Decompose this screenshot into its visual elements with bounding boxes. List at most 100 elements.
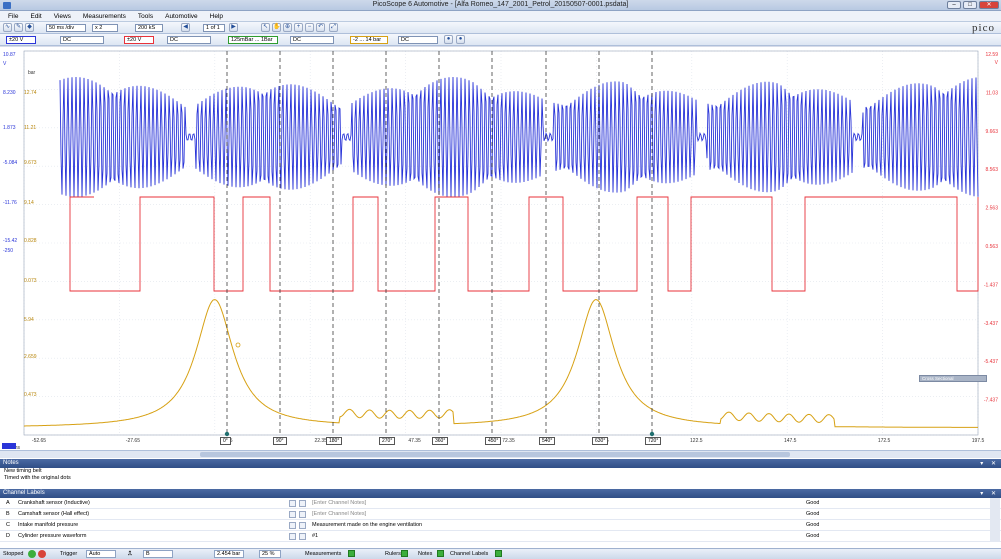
notes-label[interactable]: Notes	[418, 549, 432, 559]
channel-name[interactable]: Camshaft sensor (Hall effect)	[18, 509, 278, 520]
row-remove-button[interactable]	[299, 511, 306, 518]
timebase-select[interactable]: 50 ms /div	[46, 24, 86, 32]
hand-tool-icon[interactable]: ✋	[272, 23, 281, 32]
channel-a-range[interactable]: ±20 V	[6, 36, 36, 44]
trigger-edge-icon[interactable]: ⎍	[128, 549, 132, 559]
zoom-out-icon[interactable]: −	[305, 23, 314, 32]
menu-help[interactable]: Help	[210, 13, 223, 20]
notes-header: Notes ▾ ✕	[0, 459, 1001, 468]
toolbar-channels: ±20 V DC ±20 V DC 125mBar ... 1Bar DC -2…	[0, 34, 1001, 46]
channel-letter: B	[6, 511, 10, 517]
samples-select[interactable]: 200 kS	[135, 24, 163, 32]
degree-ruler-label[interactable]: 450°	[485, 437, 502, 445]
degree-ruler-label[interactable]: 180°	[326, 437, 343, 445]
channel-b-range[interactable]: ±20 V	[124, 36, 154, 44]
menu-automotive[interactable]: Automotive	[165, 13, 198, 20]
degree-ruler-label[interactable]: 540°	[539, 437, 556, 445]
rulers-label[interactable]: Rulers	[385, 549, 401, 559]
channel-name[interactable]: Cylinder pressure waveform	[18, 531, 278, 542]
floating-label[interactable]: Cross Sectional	[919, 375, 987, 382]
channel-colors-icon[interactable]: ●	[456, 35, 465, 44]
notes-button[interactable]	[437, 549, 444, 559]
waveform-canvas[interactable]: 10.87 Vbar 8.230 12.74 1.873 11.21 -5.084 9.673…	[0, 47, 1001, 450]
axis-tick-right: 9.663	[985, 129, 998, 135]
measurements-label[interactable]: Measurements	[305, 549, 341, 559]
start-capture-button[interactable]	[28, 550, 36, 558]
channel-options-icon[interactable]: ●	[444, 35, 453, 44]
pico-logo: pico	[972, 22, 995, 34]
degree-ruler-label[interactable]: 90°	[273, 437, 287, 445]
close-button[interactable]: ✕	[979, 1, 999, 9]
row-add-button[interactable]	[289, 511, 296, 518]
channel-b-coupling[interactable]: DC	[167, 36, 211, 44]
table-row[interactable]: B Camshaft sensor (Hall effect) [Enter C…	[0, 509, 1001, 520]
axis-tick-right: 11.03	[986, 90, 998, 96]
select-tool-icon[interactable]: ↖	[261, 23, 270, 32]
scope-plot[interactable]: 10.87 Vbar 8.230 12.74 1.873 11.21 -5.084 9.673…	[0, 47, 1001, 459]
table-row[interactable]: A Crankshaft sensor (Inductive) [Enter C…	[0, 498, 1001, 509]
undo-zoom-icon[interactable]: ↶	[316, 23, 325, 32]
stop-capture-button[interactable]	[38, 550, 46, 558]
measurements-add-button[interactable]	[348, 549, 355, 559]
zoom-area-icon[interactable]: ⊕	[283, 23, 292, 32]
notes-panel[interactable]: New timing belt Timed with the original …	[0, 468, 1001, 489]
axis-tick-left: -5.084	[3, 160, 17, 166]
probe-icon[interactable]: ✎	[14, 23, 23, 32]
zoom-fit-icon[interactable]: ⤢	[329, 23, 338, 32]
persistence-icon[interactable]: ◆	[25, 23, 34, 32]
menu-measurements[interactable]: Measurements	[83, 13, 126, 20]
degree-ruler-label[interactable]: 270°	[379, 437, 396, 445]
horizontal-scrollbar[interactable]	[0, 450, 1001, 458]
axis-tick-left: 0.473	[24, 392, 37, 398]
channel-note[interactable]: #1	[312, 531, 802, 542]
row-remove-button[interactable]	[299, 522, 306, 529]
row-remove-button[interactable]	[299, 500, 306, 507]
x-axis-channel-marker	[2, 443, 16, 449]
menu-edit[interactable]: Edit	[30, 13, 41, 20]
maximize-button[interactable]: □	[963, 1, 977, 9]
channel-c-probe[interactable]: 125mBar ... 1Bar	[228, 36, 278, 44]
channel-name[interactable]: Crankshaft sensor (Inductive)	[18, 498, 278, 509]
trigger-channel-select[interactable]: B	[143, 550, 173, 558]
minimize-button[interactable]: –	[947, 1, 961, 9]
menu-views[interactable]: Views	[54, 13, 71, 20]
zoom-in-icon[interactable]: +	[294, 23, 303, 32]
channel-note[interactable]: Measurement made on the engine ventilati…	[312, 520, 802, 531]
buffer-index[interactable]: 1 of 1	[203, 24, 225, 32]
degree-ruler-label[interactable]: 360°	[432, 437, 449, 445]
buffer-first-icon[interactable]: ◀	[181, 23, 190, 32]
trigger-level-input[interactable]: 2.454 bar	[214, 550, 244, 558]
table-row[interactable]: D Cylinder pressure waveform #1 Good	[0, 531, 1001, 542]
scrollbar-thumb[interactable]	[200, 452, 790, 457]
channel-a-coupling[interactable]: DC	[60, 36, 104, 44]
channel-d-range[interactable]: -2 ... 14 bar	[350, 36, 388, 44]
ruler-handle-icon	[224, 431, 230, 437]
pretrigger-input[interactable]: 25 %	[259, 550, 281, 558]
row-add-button[interactable]	[289, 522, 296, 529]
zoom-select[interactable]: x 2	[92, 24, 118, 32]
table-row[interactable]: C Intake manifold pressure Measurement m…	[0, 520, 1001, 531]
x-axis-tick: 72.35	[502, 438, 515, 444]
row-add-button[interactable]	[289, 500, 296, 507]
degree-ruler-label[interactable]: 0°	[220, 437, 231, 445]
channel-labels-label[interactable]: Channel Labels	[450, 549, 488, 559]
menu-file[interactable]: File	[8, 13, 18, 20]
vertical-scrollbar[interactable]	[990, 498, 1000, 542]
scope-mode-icon[interactable]: ∿	[3, 23, 12, 32]
channel-c-coupling[interactable]: DC	[290, 36, 334, 44]
degree-ruler-label[interactable]: 720°	[645, 437, 662, 445]
trigger-mode-select[interactable]: Auto	[86, 550, 116, 558]
row-remove-button[interactable]	[299, 533, 306, 540]
channel-note[interactable]: [Enter Channel Notes]	[312, 498, 802, 509]
rulers-button[interactable]	[401, 549, 408, 559]
channel-status: Good	[806, 533, 820, 539]
channel-note[interactable]: [Enter Channel Notes]	[312, 509, 802, 520]
channel-name[interactable]: Intake manifold pressure	[18, 520, 278, 531]
menu-tools[interactable]: Tools	[138, 13, 153, 20]
buffer-next-icon[interactable]: ▶	[229, 23, 238, 32]
row-add-button[interactable]	[289, 533, 296, 540]
channel-labels-button[interactable]	[495, 549, 502, 559]
x-axis-tick: -27.65	[126, 438, 140, 444]
channel-d-coupling[interactable]: DC	[398, 36, 438, 44]
degree-ruler-label[interactable]: 630°	[592, 437, 609, 445]
